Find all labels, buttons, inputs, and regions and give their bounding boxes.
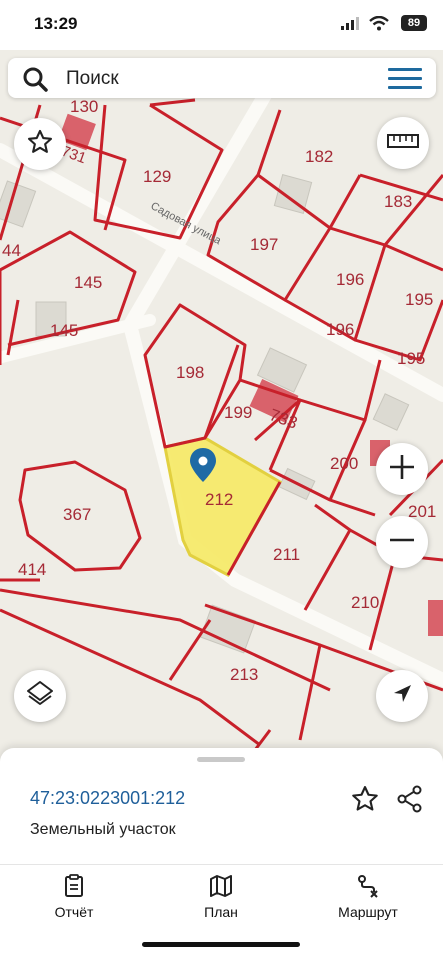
parcel-label: 414 — [18, 560, 46, 579]
tab-report-label: Отчёт — [54, 904, 94, 920]
parcel-label: 199 — [224, 403, 252, 422]
zoom-out-button[interactable] — [376, 516, 428, 568]
parcel-label: 200 — [330, 454, 358, 473]
parcel-label: 182 — [305, 147, 333, 166]
zoom-in-button[interactable] — [376, 443, 428, 495]
parcel-label: 145 — [74, 273, 102, 292]
status-bar: 13:29 89 — [0, 0, 443, 50]
parcel-boundaries — [0, 98, 443, 771]
layers-icon — [25, 679, 55, 714]
star-icon[interactable] — [350, 784, 380, 819]
tab-plan-label: План — [204, 904, 238, 920]
favorites-button[interactable] — [14, 118, 66, 170]
layers-button[interactable] — [14, 670, 66, 722]
cadastral-number: 47:23:0223001:212 — [30, 788, 186, 808]
map-icon — [166, 874, 276, 898]
home-indicator — [142, 942, 300, 947]
divider — [0, 864, 443, 865]
sheet-handle[interactable] — [197, 757, 245, 762]
parcel-label: 196 — [336, 270, 364, 289]
status-time: 13:29 — [34, 14, 78, 33]
search-icon — [22, 66, 48, 97]
parcel-label: 44 — [2, 241, 21, 260]
signal-icon — [341, 17, 361, 35]
parcel-label: 367 — [63, 505, 91, 524]
wifi-icon — [369, 15, 389, 36]
tab-route[interactable]: Маршрут — [313, 874, 423, 920]
minus-icon — [388, 526, 416, 559]
parcel-label: 210 — [351, 593, 379, 612]
parcel-label: 183 — [384, 192, 412, 211]
parcel-label: 212 — [205, 490, 233, 509]
search-bar[interactable]: Поиск — [8, 58, 436, 98]
parcel-label: 198 — [176, 363, 204, 382]
my-location-button[interactable] — [376, 670, 428, 722]
route-icon — [313, 874, 423, 898]
parcel-label: 213 — [230, 665, 258, 684]
share-icon[interactable] — [395, 784, 425, 819]
parcel-label: 196 — [326, 320, 354, 339]
parcel-type: Земельный участок — [30, 821, 176, 838]
parcel-label: 195 — [405, 290, 433, 309]
report-icon — [19, 874, 129, 898]
parcel-info-sheet[interactable]: 47:23:0223001:212 Земельный участок Отчё… — [0, 748, 443, 960]
navigation-arrow-icon — [390, 682, 414, 711]
star-icon — [26, 128, 54, 161]
parcel-label: 197 — [250, 235, 278, 254]
ruler-icon — [387, 133, 419, 154]
parcel-label: 211 — [273, 545, 300, 564]
tab-route-label: Маршрут — [338, 904, 398, 920]
plus-icon — [388, 453, 416, 486]
battery-indicator: 89 — [401, 15, 427, 31]
tab-report[interactable]: Отчёт — [19, 874, 129, 920]
parcel-label: 129 — [143, 167, 171, 186]
parcel-label: 145 — [50, 321, 78, 340]
parcel-label: 130 — [70, 97, 98, 116]
search-input[interactable]: Поиск — [66, 68, 119, 90]
parcel-label: 195 — [397, 349, 425, 368]
tab-plan[interactable]: План — [166, 874, 276, 920]
menu-icon[interactable] — [388, 68, 422, 90]
ruler-button[interactable] — [377, 117, 429, 169]
